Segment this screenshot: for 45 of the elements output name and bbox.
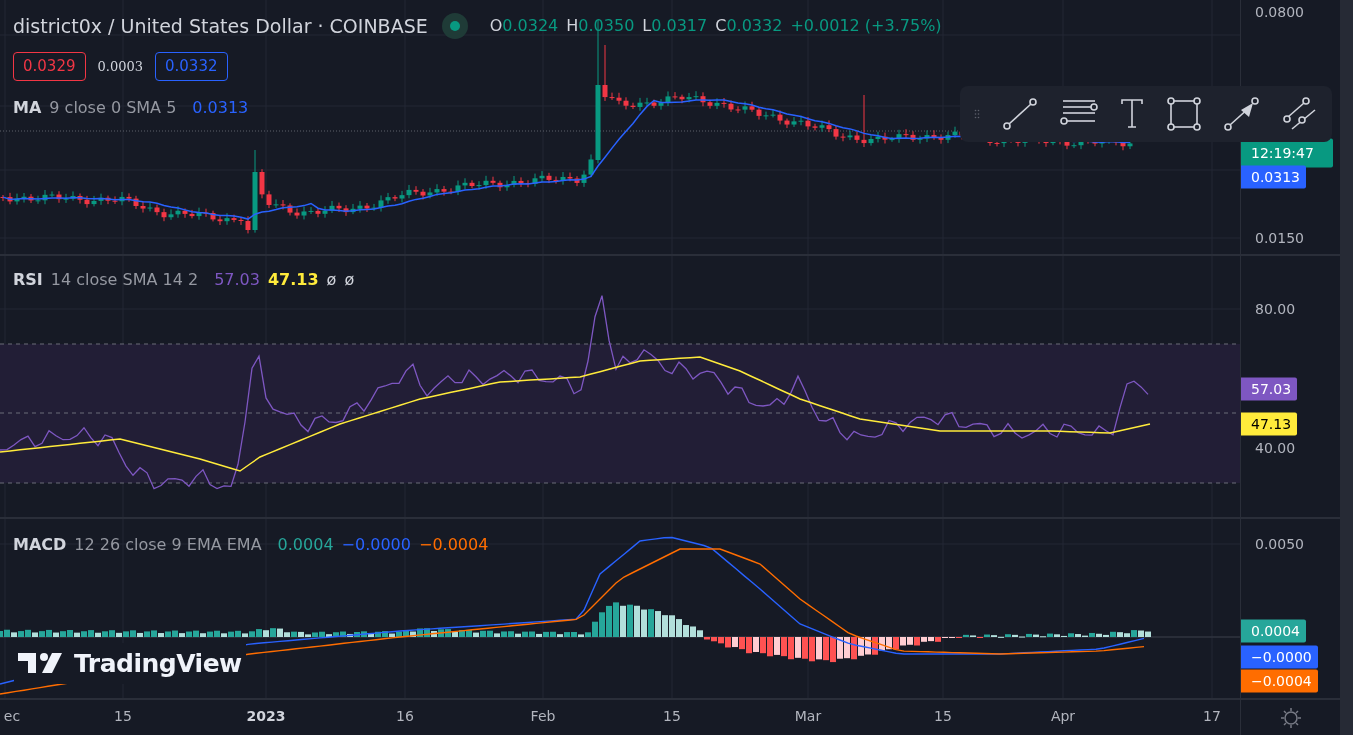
- indicator-name: MA: [13, 97, 42, 119]
- indicator-value: 57.03: [214, 269, 260, 292]
- axis-label: 0.0050: [1255, 534, 1304, 554]
- price-tag: 47.13: [1241, 412, 1298, 436]
- indicator-value: −0.0000: [341, 533, 411, 556]
- logo-text: TradingView: [74, 647, 242, 680]
- axis-label: Apr: [1050, 707, 1076, 727]
- axis-label: 15: [114, 707, 132, 727]
- price-tag: 0.0004: [1241, 619, 1306, 643]
- ohlc-value: L0.0317: [642, 15, 708, 38]
- spread-value: 0.0003: [97, 57, 143, 76]
- axis-label: 80.00: [1255, 299, 1296, 319]
- buy-button[interactable]: 0.0332: [155, 52, 228, 81]
- axis-label: 16: [396, 707, 414, 727]
- price-tag: −0.0000: [1241, 645, 1318, 669]
- ohlc-value: C0.0332: [715, 15, 783, 38]
- price-tag: 0.0313: [1241, 165, 1306, 189]
- axis-label: ec: [3, 707, 21, 727]
- ohlc-value: O0.0324: [489, 15, 559, 38]
- axis-label: 2023: [246, 707, 286, 727]
- sell-button[interactable]: 0.0329: [13, 52, 86, 81]
- indicator-params: 9 close 0 SMA 5: [49, 97, 177, 119]
- indicator-name: RSI: [13, 269, 43, 292]
- indicator-value: 0.0004: [277, 533, 334, 556]
- price-tag: −0.0004: [1241, 669, 1318, 693]
- indicator-params: 12 26 close 9 EMA EMA: [74, 533, 262, 556]
- axis-label: 15: [934, 707, 952, 727]
- chart-title: district0x / United States Dollar · COINBASE: [13, 14, 428, 39]
- indicator-value: −0.0004: [418, 533, 489, 556]
- axis-label: Feb: [530, 707, 556, 727]
- axis-label: 0.0800: [1255, 2, 1304, 22]
- indicator-value: ø: [344, 269, 355, 292]
- change-value: +0.0012 (+3.75%): [790, 15, 942, 38]
- indicator-value: 47.13: [267, 269, 319, 292]
- axis-label: 17: [1203, 707, 1221, 727]
- indicator-params: 14 close SMA 14 2: [50, 269, 199, 292]
- price-tag: 57.03: [1241, 377, 1298, 401]
- indicator-value: ø: [326, 269, 337, 292]
- axis-label: 15: [663, 707, 681, 727]
- axis-label: 0.0150: [1255, 228, 1304, 248]
- indicator-name: MACD: [13, 533, 67, 556]
- indicator-value: 0.0313: [192, 97, 249, 119]
- ohlc-value: H0.0350: [566, 15, 635, 38]
- axis-label: 40.00: [1255, 438, 1296, 458]
- axis-label: Mar: [794, 707, 822, 727]
